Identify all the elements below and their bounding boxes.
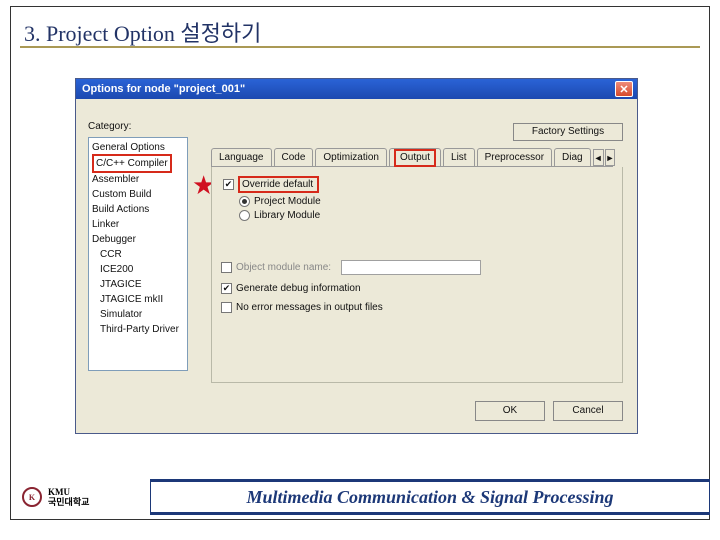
cat-jtagice2[interactable]: JTAGICE mkII <box>92 292 184 307</box>
cat-jtagice[interactable]: JTAGICE <box>92 277 184 292</box>
dialog-title: Options for node "project_001" <box>82 83 245 95</box>
cat-buildactions[interactable]: Build Actions <box>92 202 184 217</box>
noerror-label: No error messages in output files <box>236 302 383 313</box>
gendebug-label: Generate debug information <box>236 283 361 294</box>
cat-simulator[interactable]: Simulator <box>92 307 184 322</box>
cat-general[interactable]: General Options <box>92 140 184 155</box>
outputfile-group: ✔ Override default Project Module Librar… <box>221 173 441 233</box>
highlight-compiler: C/C++ Compiler <box>92 154 172 173</box>
close-icon[interactable]: ✕ <box>615 81 633 97</box>
options-dialog: Options for node "project_001" ✕ Categor… <box>75 78 638 434</box>
tab-diag[interactable]: Diag <box>554 148 591 166</box>
override-checkbox[interactable]: ✔ <box>223 179 234 190</box>
category-label: Category: <box>88 121 131 132</box>
logo-bottom: 국민대학교 <box>48 497 89 507</box>
factory-settings-button[interactable]: Factory Settings <box>513 123 623 141</box>
logo-icon: K <box>22 487 42 507</box>
cat-thirdparty[interactable]: Third-Party Driver <box>92 322 184 337</box>
tab-language[interactable]: Language <box>211 148 272 166</box>
tab-list[interactable]: List <box>443 148 475 166</box>
tab-optimization[interactable]: Optimization <box>315 148 387 166</box>
cancel-button[interactable]: Cancel <box>553 401 623 421</box>
university-logo: K KMU 국민대학교 <box>10 479 150 515</box>
cat-debugger[interactable]: Debugger <box>92 232 184 247</box>
radio-library-module[interactable] <box>239 210 250 221</box>
radio-project-module[interactable] <box>239 196 250 207</box>
cat-custombuild[interactable]: Custom Build <box>92 187 184 202</box>
highlight-output: Output <box>394 149 436 167</box>
tab-output[interactable]: Output <box>389 148 441 166</box>
dialog-buttons: OK Cancel <box>475 401 623 421</box>
output-panel: ✔ Override default Project Module Librar… <box>211 167 623 383</box>
tab-strip: Language Code Optimization Output List P… <box>211 147 613 167</box>
radio-library-label: Library Module <box>254 210 320 221</box>
category-listbox[interactable]: General Options C/C++ Compiler Assembler… <box>88 137 188 371</box>
cat-linker[interactable]: Linker <box>92 217 184 232</box>
tab-scroll-right-icon[interactable]: ► <box>605 149 616 166</box>
footer-bar: Multimedia Communication & Signal Proces… <box>150 479 710 515</box>
cat-ccr[interactable]: CCR <box>92 247 184 262</box>
tab-preprocessor[interactable]: Preprocessor <box>477 148 552 166</box>
cat-assembler[interactable]: Assembler <box>92 172 184 187</box>
logo-text: KMU 국민대학교 <box>48 487 89 507</box>
tab-scroll-left-icon[interactable]: ◄ <box>593 149 604 166</box>
highlight-override: Override default <box>238 176 319 193</box>
objmodule-label: Object module name: <box>236 262 331 273</box>
tab-code[interactable]: Code <box>274 148 314 166</box>
dialog-titlebar[interactable]: Options for node "project_001" ✕ <box>76 79 637 99</box>
slide-header: 3. Project Option 설정하기 <box>20 10 700 48</box>
slide-footer: K KMU 국민대학교 Multimedia Communication & S… <box>10 478 710 516</box>
page-title: 3. Project Option 설정하기 <box>24 21 261 46</box>
objmodule-checkbox[interactable] <box>221 262 232 273</box>
logo-top: KMU <box>48 487 89 497</box>
ok-button[interactable]: OK <box>475 401 545 421</box>
cat-compiler[interactable]: C/C++ Compiler <box>92 155 184 172</box>
cat-ice200[interactable]: ICE200 <box>92 262 184 277</box>
noerror-checkbox[interactable] <box>221 302 232 313</box>
options-group: Object module name: ✔ Generate debug inf… <box>221 257 610 313</box>
dialog-body: Category: General Options C/C++ Compiler… <box>76 99 637 433</box>
objmodule-input[interactable] <box>341 260 481 275</box>
gendebug-checkbox[interactable]: ✔ <box>221 283 232 294</box>
radio-project-label: Project Module <box>254 196 321 207</box>
